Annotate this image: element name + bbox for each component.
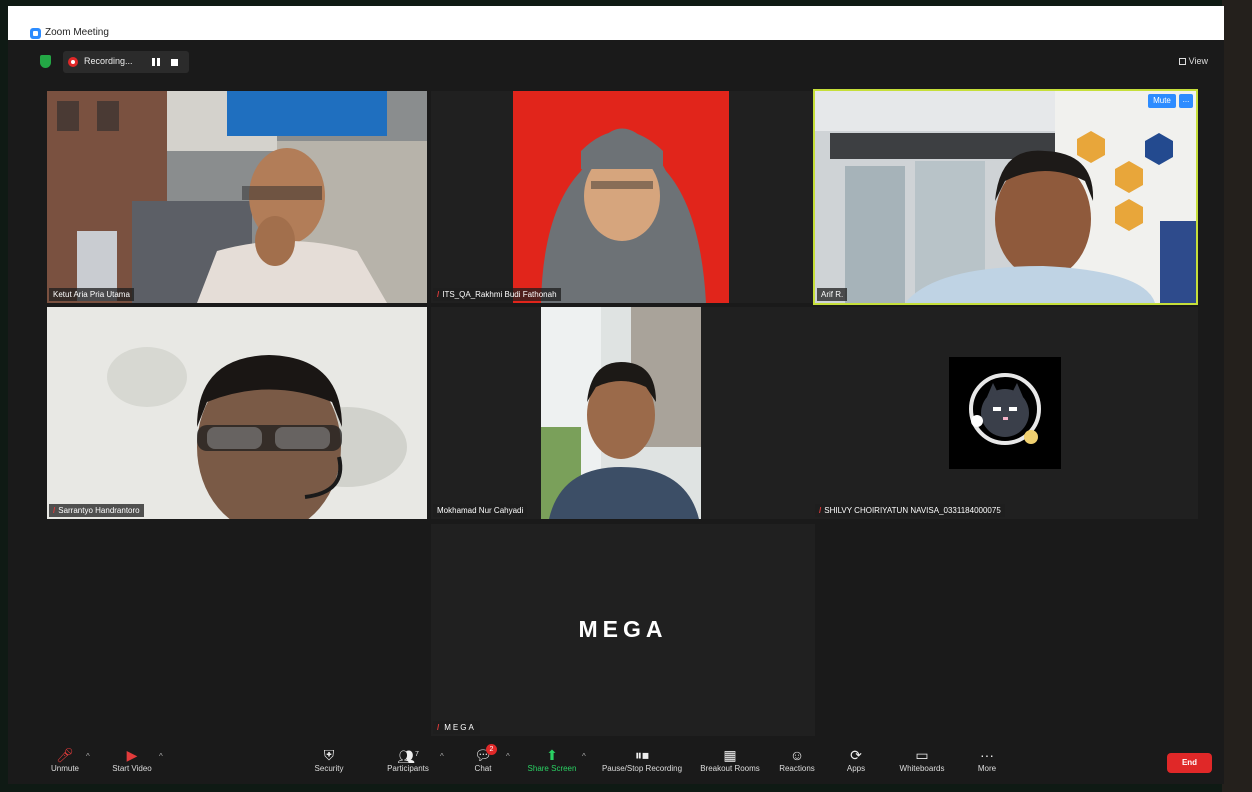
unmute-label: Unmute: [50, 764, 79, 773]
chat-button[interactable]: 💬︎ 2 Chat: [468, 744, 498, 773]
participants-button[interactable]: 👥︎7 Participants: [383, 746, 433, 773]
participants-icon: 👥︎7: [397, 748, 419, 765]
muted-mic-icon: /: [819, 506, 822, 515]
breakout-rooms-label: Breakout Rooms: [700, 764, 760, 773]
participant-name-label: Ketut Aria Pria Utama: [49, 288, 134, 301]
encryption-shield-icon[interactable]: [40, 55, 51, 68]
participant-video: [47, 307, 427, 519]
apps-icon: ⟳: [850, 747, 862, 763]
breakout-rooms-button[interactable]: ▦ Breakout Rooms: [696, 746, 764, 773]
zoom-window: Zoom Meeting Recording... View Ketut Ari…: [8, 6, 1224, 784]
muted-mic-icon: /: [437, 290, 440, 299]
whiteboards-label: Whiteboards: [899, 764, 945, 773]
participant-name-label: Arif R.: [817, 288, 848, 301]
recording-label: Recording...: [84, 56, 133, 66]
muted-mic-icon: /: [53, 506, 56, 515]
meeting-controls-toolbar: 🎤︎ Unmute ^ ▶ Start Video ^ ⛨ Security 👥…: [28, 744, 1212, 784]
pause-stop-recording-button[interactable]: ⏸⏹ Pause/Stop Recording: [596, 746, 688, 773]
more-options-button[interactable]: ...: [1179, 94, 1193, 108]
end-meeting-button[interactable]: End: [1167, 753, 1212, 773]
participants-options-chevron-icon[interactable]: ^: [440, 752, 444, 761]
video-off-icon: ▶: [126, 747, 138, 763]
participant-name-label: / Sarrantyo Handrantoro: [49, 504, 144, 517]
participant-name-label: / ITS_QA_Rakhmi Budi Fathonah: [433, 288, 561, 301]
participant-avatar-name: MEGA: [578, 616, 668, 642]
view-button[interactable]: View: [1178, 56, 1208, 66]
background-strip: [1222, 0, 1252, 792]
participant-video: [815, 91, 1196, 303]
reactions-label: Reactions: [779, 764, 815, 773]
video-tile-shilvy[interactable]: / SHILVY CHOIRIYATUN NAVISA_0331184000075: [813, 307, 1198, 519]
chat-options-chevron-icon[interactable]: ^: [506, 752, 510, 761]
share-screen-button[interactable]: ⬆ Share Screen: [525, 746, 579, 773]
meeting-top-bar: Recording... View: [28, 44, 1212, 82]
more-button[interactable]: ··· More: [972, 746, 1002, 773]
audio-options-chevron-icon[interactable]: ^: [86, 752, 90, 761]
video-tile-sarrantyo[interactable]: / Sarrantyo Handrantoro: [47, 307, 427, 519]
participants-label: Participants: [387, 764, 429, 773]
participant-avatar: [949, 357, 1061, 469]
start-video-button[interactable]: ▶ Start Video: [108, 746, 156, 773]
chat-unread-badge: 2: [486, 744, 497, 755]
participant-name-label: / MEGA: [433, 721, 480, 734]
muted-mic-icon: 🎤︎: [56, 747, 74, 763]
reactions-button[interactable]: ☺ Reactions: [774, 746, 820, 773]
apps-label: Apps: [846, 764, 866, 773]
pause-stop-recording-label: Pause/Stop Recording: [601, 764, 683, 773]
participants-count: 7: [414, 751, 419, 758]
start-video-label: Start Video: [112, 764, 152, 773]
video-tile-ketut[interactable]: Ketut Aria Pria Utama: [47, 91, 427, 303]
chat-label: Chat: [474, 764, 492, 773]
video-tile-mega[interactable]: MEGA / MEGA: [431, 524, 815, 736]
share-screen-icon: ⬆: [546, 747, 558, 763]
breakout-rooms-icon: ▦: [723, 747, 737, 763]
grid-view-icon: [1178, 58, 1186, 65]
participant-name-label: / SHILVY CHOIRIYATUN NAVISA_0331184000075: [815, 504, 1005, 517]
title-bar: Zoom Meeting: [8, 6, 1224, 40]
mute-participant-button[interactable]: Mute: [1148, 94, 1176, 108]
whiteboard-icon: ▭: [915, 747, 929, 763]
zoom-app-icon: [30, 28, 41, 39]
unmute-button[interactable]: 🎤︎ Unmute: [46, 746, 84, 773]
participant-video: [431, 91, 815, 303]
video-tile-mokhamad[interactable]: Mokhamad Nur Cahyadi: [431, 307, 815, 519]
reactions-icon: ☺: [789, 747, 805, 763]
share-options-chevron-icon[interactable]: ^: [582, 752, 586, 761]
pause-recording-icon[interactable]: [152, 58, 160, 66]
view-label: View: [1188, 56, 1208, 66]
video-options-chevron-icon[interactable]: ^: [159, 752, 163, 761]
share-screen-label: Share Screen: [527, 764, 577, 773]
participant-name-label: Mokhamad Nur Cahyadi: [433, 504, 528, 517]
security-label: Security: [314, 764, 344, 773]
security-button[interactable]: ⛨ Security: [308, 746, 350, 773]
recording-dot-icon: [68, 57, 78, 67]
recording-indicator: Recording...: [63, 51, 189, 73]
muted-mic-icon: /: [437, 723, 442, 732]
apps-button[interactable]: ⟳ Apps: [842, 746, 870, 773]
window-title: Zoom Meeting: [45, 27, 109, 38]
video-tile-arif[interactable]: Mute ... Arif R.: [813, 89, 1198, 305]
video-tile-rakhmi[interactable]: / ITS_QA_Rakhmi Budi Fathonah: [431, 91, 815, 303]
pause-stop-icon: ⏸⏹: [635, 747, 649, 763]
participant-video: [431, 307, 815, 519]
shield-icon: ⛨: [323, 747, 335, 763]
more-label: More: [977, 764, 997, 773]
whiteboards-button[interactable]: ▭ Whiteboards: [894, 746, 950, 773]
stop-recording-icon[interactable]: [171, 59, 178, 66]
astronaut-cat-avatar-icon: [969, 373, 1041, 445]
more-icon: ···: [980, 747, 994, 763]
participant-video: [47, 91, 427, 303]
